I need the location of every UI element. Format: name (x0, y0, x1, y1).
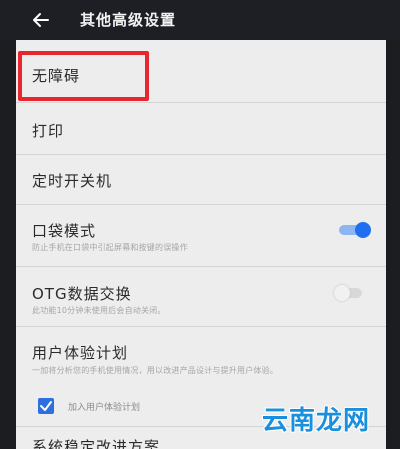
setting-pocket-mode[interactable]: 口袋模式 防止手机在口袋中引起屏幕和按键的误操作 (16, 204, 386, 267)
setting-label: 用户体验计划 (32, 344, 129, 362)
setting-print[interactable]: 打印 (16, 102, 386, 155)
setting-label: 系统稳定改进方案 (32, 438, 161, 449)
setting-label: 口袋模式 (32, 222, 97, 240)
user-experience-checkbox-label: 加入用户体验计划 (68, 403, 141, 413)
setting-label: OTG数据交换 (32, 285, 132, 303)
user-experience-checkbox[interactable] (38, 398, 54, 414)
pocket-mode-toggle[interactable] (339, 222, 371, 238)
top-bar: 其他高级设置 (0, 0, 400, 40)
otg-toggle[interactable] (334, 285, 366, 301)
settings-list: 无障碍 打印 定时开关机 口袋模式 防止手机在口袋中引起屏幕和按键的误操作 OT… (16, 40, 386, 449)
check-icon (40, 401, 52, 411)
setting-label: 定时开关机 (32, 172, 113, 190)
setting-label: 打印 (32, 122, 65, 140)
setting-description: 一加将分析您的手机使用情况，用以改进产品设计与提升用户体验。 (32, 366, 278, 375)
setting-scheduled-power[interactable]: 定时开关机 (16, 154, 386, 205)
setting-description: 此功能10分钟未使用后会自动关闭。 (32, 306, 166, 315)
highlight-box (18, 51, 149, 101)
setting-otg[interactable]: OTG数据交换 此功能10分钟未使用后会自动关闭。 (16, 266, 386, 327)
back-arrow-icon[interactable] (30, 9, 52, 31)
watermark: 云南龙网 (262, 406, 371, 436)
page-title: 其他高级设置 (80, 11, 177, 29)
setting-description: 防止手机在口袋中引起屏幕和按键的误操作 (32, 243, 188, 252)
